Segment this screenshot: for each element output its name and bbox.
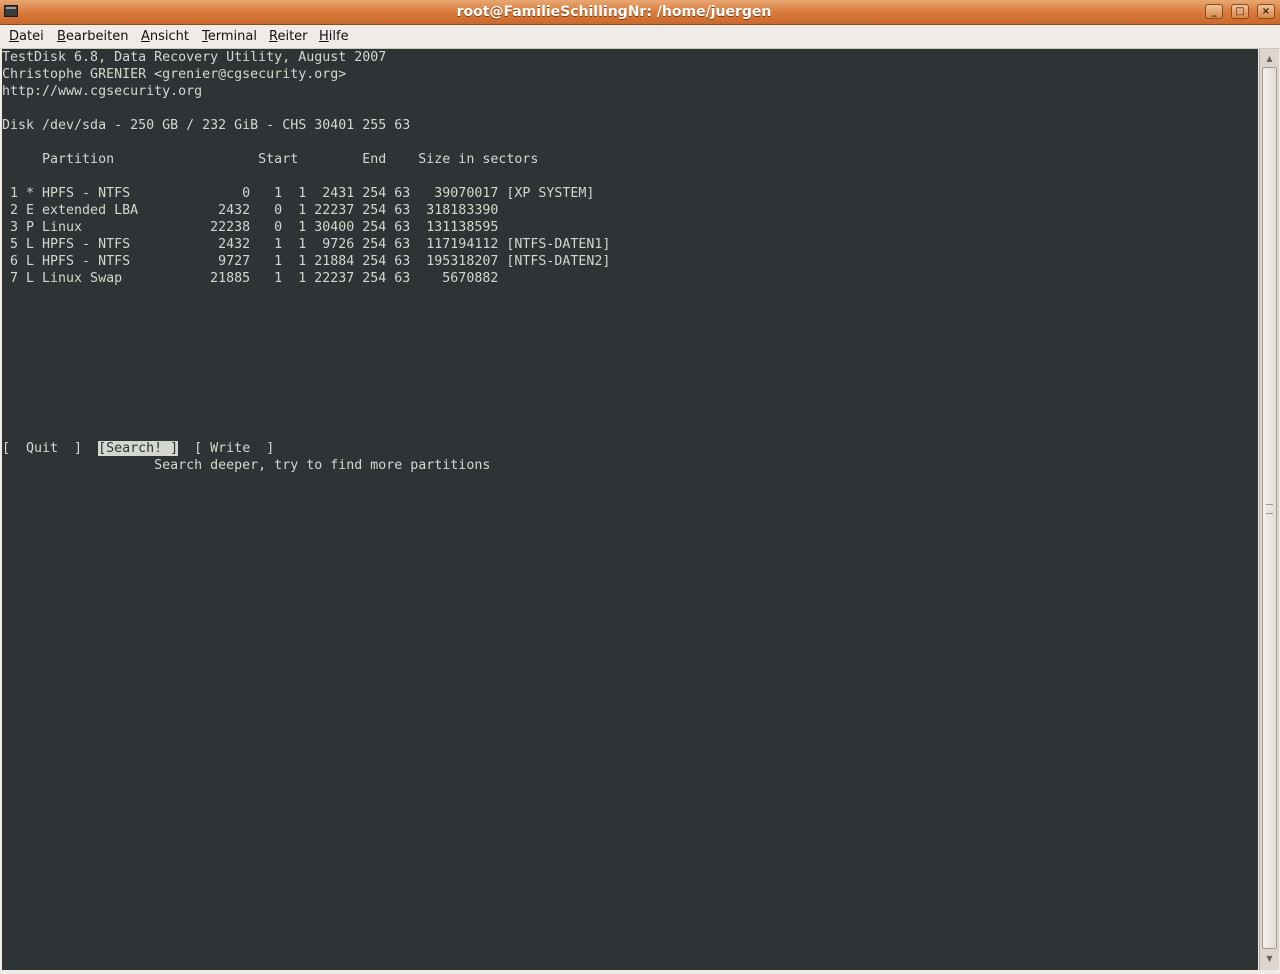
action-hint: Search deeper, try to find more partitio…	[2, 458, 491, 473]
scroll-thumb[interactable]	[1262, 67, 1277, 949]
quit-option[interactable]: [ Quit ]	[2, 441, 82, 456]
partition-row: 6 L HPFS - NTFS 9727 1 1 21884 254 63 19…	[2, 254, 611, 269]
action-bar: [ Quit ] [Search! ] [ Write ]	[2, 440, 274, 457]
menu-bar: Datei Bearbeiten Ansicht Terminal Reiter…	[0, 25, 1280, 49]
header-line-url: http://www.cgsecurity.org	[2, 84, 203, 99]
window-title: root@FamilieSchillingNr: /home/juergen	[456, 4, 772, 20]
header-line-title: TestDisk 6.8, Data Recovery Utility, Aug…	[2, 50, 387, 65]
partition-row: 1 * HPFS - NTFS 0 1 1 2431 254 63 390700…	[2, 186, 595, 201]
scroll-up-icon[interactable]: ▲	[1262, 51, 1277, 66]
minimize-button[interactable]: _	[1205, 4, 1223, 19]
menu-ansicht[interactable]: Ansicht	[141, 28, 189, 46]
table-header: Partition Start End Size in sectors	[2, 152, 539, 167]
menu-reiter[interactable]: Reiter	[269, 28, 308, 46]
write-option[interactable]: [ Write ]	[194, 441, 274, 456]
window-bottom-border	[0, 970, 1280, 974]
terminal-output[interactable]: TestDisk 6.8, Data Recovery Utility, Aug…	[2, 49, 1258, 970]
header-line-author: Christophe GRENIER <grenier@cgsecurity.o…	[2, 67, 347, 82]
menu-bearbeiten[interactable]: Bearbeiten	[57, 28, 128, 46]
title-bar[interactable]: root@FamilieSchillingNr: /home/juergen _…	[0, 0, 1280, 25]
maximize-button[interactable]: □	[1231, 4, 1249, 19]
disk-info: Disk /dev/sda - 250 GB / 232 GiB - CHS 3…	[2, 118, 411, 133]
vertical-scrollbar[interactable]: ▲ ▼	[1259, 49, 1279, 970]
search-option[interactable]: [Search! ]	[98, 441, 179, 456]
partition-row: 2 E extended LBA 2432 0 1 22237 254 63 3…	[2, 203, 499, 218]
partition-row: 5 L HPFS - NTFS 2432 1 1 9726 254 63 117…	[2, 237, 611, 252]
terminal-window: root@FamilieSchillingNr: /home/juergen _…	[0, 0, 1280, 974]
partition-row: 3 P Linux 22238 0 1 30400 254 63 1311385…	[2, 220, 499, 235]
partition-row: 7 L Linux Swap 21885 1 1 22237 254 63 56…	[2, 271, 499, 286]
scroll-down-icon[interactable]: ▼	[1262, 951, 1277, 966]
menu-datei[interactable]: Datei	[9, 28, 44, 46]
menu-terminal[interactable]: Terminal	[202, 28, 257, 46]
close-button[interactable]: ×	[1257, 4, 1275, 19]
menu-hilfe[interactable]: Hilfe	[319, 28, 349, 46]
